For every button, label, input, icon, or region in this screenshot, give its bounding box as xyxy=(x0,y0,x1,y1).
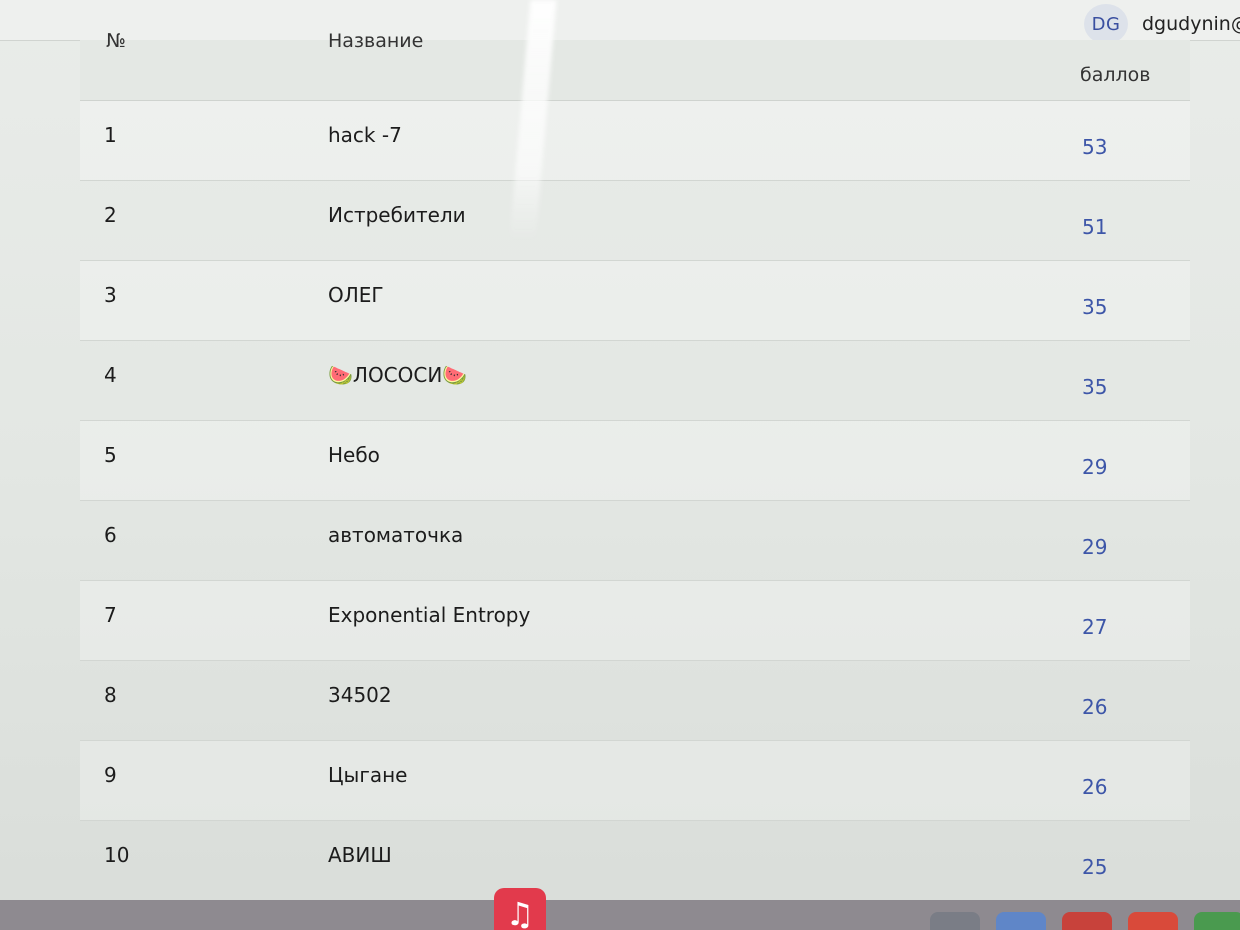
row-team-name: hack -7 xyxy=(328,123,402,147)
row-rank: 6 xyxy=(104,523,117,547)
dock xyxy=(0,900,1240,930)
table-row[interactable]: 2 Истребители 51 xyxy=(80,181,1190,261)
username[interactable]: dgudynin@ xyxy=(1142,13,1240,35)
table-row[interactable]: 7 Exponential Entropy 27 xyxy=(80,581,1190,661)
row-team-name: ОЛЕГ xyxy=(328,283,384,307)
row-rank: 4 xyxy=(104,363,117,387)
row-score[interactable]: 35 xyxy=(1082,295,1107,319)
row-score[interactable]: 26 xyxy=(1082,775,1107,799)
row-team-name: 34502 xyxy=(328,683,392,707)
row-rank: 3 xyxy=(104,283,117,307)
table-row[interactable]: 10 АВИШ 25 xyxy=(80,821,1190,901)
table-header: № Название баллов xyxy=(80,30,1190,101)
row-team-name: автоматочка xyxy=(328,523,464,547)
row-team-name: Exponential Entropy xyxy=(328,603,531,627)
row-rank: 10 xyxy=(104,843,130,867)
row-score[interactable]: 51 xyxy=(1082,215,1107,239)
downloads-icon[interactable] xyxy=(1194,912,1240,930)
row-team-name: Цыгане xyxy=(328,763,408,787)
table-row[interactable]: 4 🍉ЛОСОСИ🍉 35 xyxy=(80,341,1190,421)
table-row[interactable]: 5 Небо 29 xyxy=(80,421,1190,501)
row-score[interactable]: 25 xyxy=(1082,855,1107,879)
row-rank: 7 xyxy=(104,603,117,627)
avatar[interactable]: DG xyxy=(1084,4,1128,44)
row-team-name: Истребители xyxy=(328,203,466,227)
music-app-icon[interactable]: ♫ xyxy=(494,888,546,930)
row-rank: 5 xyxy=(104,443,117,467)
row-rank: 2 xyxy=(104,203,117,227)
top-bar: DG dgudynin@ xyxy=(0,0,1240,44)
row-score[interactable]: 26 xyxy=(1082,695,1107,719)
table-row[interactable]: 1 hack -7 53 xyxy=(80,101,1190,181)
row-team-name: АВИШ xyxy=(328,843,392,867)
table-row[interactable]: 9 Цыгане 26 xyxy=(80,741,1190,821)
dock-app-icon[interactable] xyxy=(1062,912,1112,930)
row-score[interactable]: 29 xyxy=(1082,535,1107,559)
table-row[interactable]: 6 автоматочка 29 xyxy=(80,501,1190,581)
music-note-icon: ♫ xyxy=(505,895,535,930)
table-row[interactable]: 3 ОЛЕГ 35 xyxy=(80,261,1190,341)
table-row[interactable]: 8 34502 26 xyxy=(80,661,1190,741)
dock-app-icon[interactable] xyxy=(930,912,980,930)
screen: DG dgudynin@ № Название баллов 1 hack -7 5… xyxy=(0,0,1240,930)
dock-app-icon[interactable] xyxy=(996,912,1046,930)
dock-app-icon[interactable] xyxy=(1128,912,1178,930)
row-score[interactable]: 29 xyxy=(1082,455,1107,479)
row-team-name: Небо xyxy=(328,443,380,467)
leaderboard-table: № Название баллов 1 hack -7 53 2 Истребители… xyxy=(80,30,1190,901)
user-menu[interactable]: DG dgudynin@ xyxy=(1084,4,1240,44)
table-body: 1 hack -7 53 2 Истребители 51 3 ОЛЕГ 35 4 🍉ЛОСОСИ🍉… xyxy=(80,101,1190,901)
row-team-name: 🍉ЛОСОСИ🍉 xyxy=(328,363,468,387)
column-header-score[interactable]: баллов xyxy=(1080,64,1150,86)
row-score[interactable]: 53 xyxy=(1082,135,1107,159)
row-score[interactable]: 35 xyxy=(1082,375,1107,399)
column-header-name[interactable]: Название xyxy=(328,30,423,52)
row-score[interactable]: 27 xyxy=(1082,615,1107,639)
row-rank: 1 xyxy=(104,123,117,147)
row-rank: 8 xyxy=(104,683,117,707)
row-rank: 9 xyxy=(104,763,117,787)
column-header-number[interactable]: № xyxy=(106,30,126,52)
